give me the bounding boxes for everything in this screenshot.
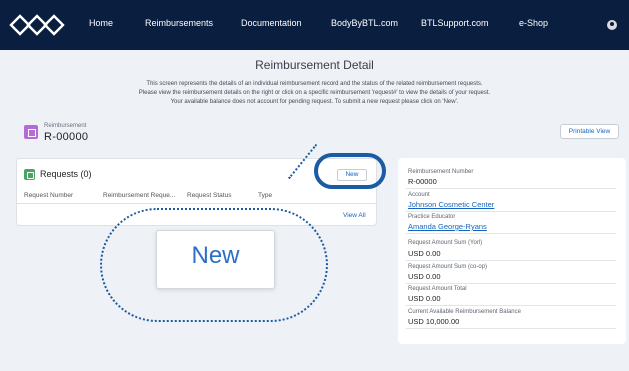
field-label-account: Account [408, 192, 430, 198]
field-value-amount-sum-coop: USD 0.00 [408, 272, 441, 281]
field-value-reimbursement-number: R-00000 [408, 177, 437, 186]
intro-line: Please view the reimbursement details on… [138, 90, 491, 96]
view-all-link[interactable]: View All [343, 212, 366, 219]
intro-text: This screen represents the details of an… [0, 80, 629, 107]
zoomed-new-label: New [191, 242, 240, 269]
field-label-reimbursement-number: Reimbursement Number [408, 169, 474, 175]
account-link[interactable]: Johnson Cosmetic Center [408, 200, 494, 209]
nav-eshop[interactable]: e-Shop [519, 18, 548, 28]
btl-logo-icon[interactable] [8, 9, 66, 41]
page-title: Reimbursement Detail [255, 58, 374, 72]
column-divider [17, 203, 376, 204]
field-divider [406, 188, 616, 189]
field-value-amount-sum-yorl: USD 0.00 [408, 249, 441, 258]
field-value-available-balance: USD 10,000.00 [408, 317, 460, 326]
new-button-highlight-ring [314, 153, 386, 189]
requests-list-icon [24, 169, 35, 180]
field-value-amount-total: USD 0.00 [408, 294, 441, 303]
field-label-amount-sum-coop: Request Amount Sum (co-op) [408, 264, 488, 270]
user-avatar-icon[interactable] [607, 20, 617, 30]
practice-educator-link[interactable]: Amanda George-Ryans [408, 222, 487, 231]
record-type-label: Reimbursement [44, 123, 87, 129]
record-number: R-00000 [44, 131, 89, 143]
printable-view-button[interactable]: Printable View [560, 124, 619, 139]
field-label-amount-sum-yorl: Request Amount Sum (Yorl) [408, 240, 483, 246]
intro-line: Your available balance does not account … [170, 99, 459, 105]
field-divider [406, 328, 616, 329]
nav-reimbursements[interactable]: Reimbursements [145, 18, 213, 28]
intro-line: This screen represents the details of an… [146, 81, 483, 87]
top-navbar: Home Reimbursements Documentation BodyBy… [0, 0, 629, 50]
field-divider [406, 211, 616, 212]
field-divider [406, 305, 616, 306]
field-divider [406, 233, 616, 234]
field-divider [406, 260, 616, 261]
nav-btlsupport[interactable]: BTLSupport.com [421, 18, 489, 28]
requests-title: Requests (0) [40, 169, 92, 179]
field-divider [406, 283, 616, 284]
nav-documentation[interactable]: Documentation [241, 18, 302, 28]
reimbursement-record-icon [24, 125, 38, 139]
field-label-practice-educator: Practice Educator [408, 214, 456, 220]
field-label-available-balance: Current Available Reimbursement Balance [408, 309, 521, 315]
field-label-amount-total: Request Amount Total [408, 286, 467, 292]
nav-bodybybtl[interactable]: BodyByBTL.com [331, 18, 398, 28]
nav-home[interactable]: Home [89, 18, 113, 28]
